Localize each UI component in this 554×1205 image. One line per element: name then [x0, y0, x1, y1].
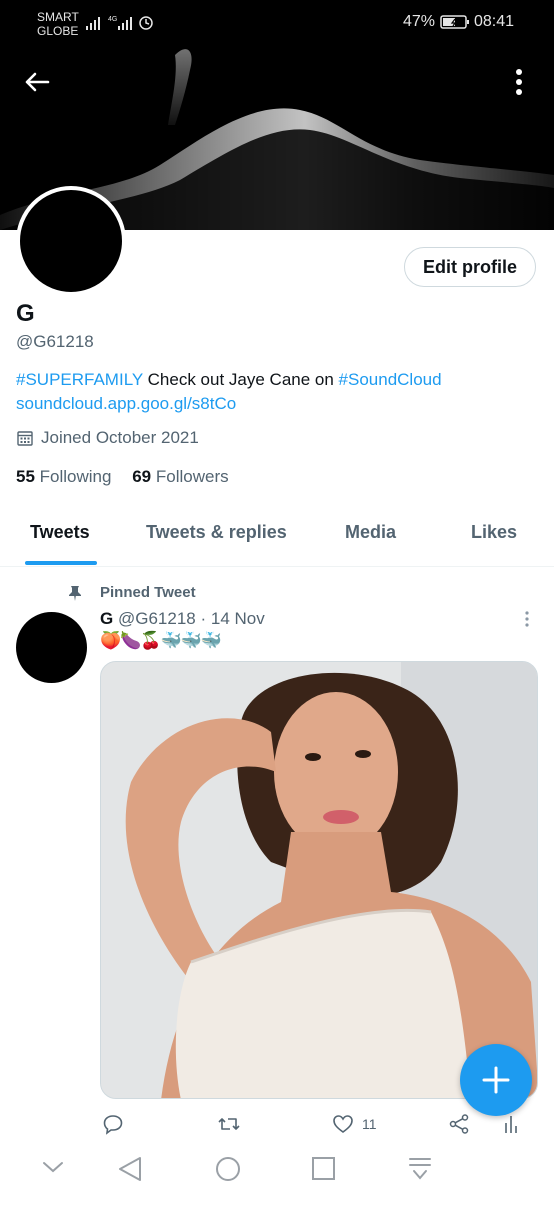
reply-icon: [103, 1115, 123, 1135]
followers-count: 69: [132, 467, 152, 486]
username-handle: @G61218: [16, 332, 94, 351]
pin-icon: [66, 584, 84, 607]
tweet-author-name[interactable]: G: [100, 609, 113, 628]
plus-icon: [482, 1066, 510, 1094]
active-tab-indicator: [25, 561, 97, 565]
svg-text:4G: 4G: [108, 16, 117, 23]
arrow-left-icon: [25, 72, 50, 92]
back-button[interactable]: [22, 67, 52, 97]
tab-tweets-replies[interactable]: Tweets & replies: [146, 522, 287, 543]
separator: ·: [200, 609, 207, 628]
back-nav-button[interactable]: [116, 1148, 146, 1188]
home-nav-button[interactable]: [212, 1148, 244, 1188]
analytics-button[interactable]: [503, 1113, 519, 1135]
battery-percent: 47%: [403, 13, 436, 30]
share-icon: [449, 1114, 469, 1134]
signal-icon: 4G: [86, 12, 156, 37]
hide-navbar-button[interactable]: [44, 1138, 66, 1178]
like-button[interactable]: 11: [332, 1113, 377, 1135]
following-label: Following: [39, 467, 112, 486]
more-vertical-icon: [525, 611, 529, 627]
navbar-icons: [43, 1157, 431, 1181]
bio-text: Check out Jaye Cane on: [142, 370, 339, 389]
tab-tweets[interactable]: Tweets: [30, 522, 90, 543]
system-navigation-bar: [0, 1138, 554, 1200]
notification-pull-button[interactable]: [404, 1148, 436, 1188]
followers-label: Followers: [155, 467, 229, 486]
retweet-button[interactable]: [217, 1113, 241, 1135]
display-name: G: [16, 300, 35, 327]
tweet-more-button[interactable]: [520, 609, 534, 634]
hashtag-link[interactable]: #SoundCloud: [339, 370, 442, 389]
followers-link[interactable]: 69 Followers: [132, 467, 228, 486]
tweet-text: 🍑🍆🍒🐳🐳🐳: [100, 631, 222, 650]
tweet-author-handle: @G61218: [117, 609, 196, 628]
tab-media[interactable]: Media: [345, 522, 396, 543]
follow-stats: 55 Following 69 Followers: [16, 467, 229, 487]
photo-image: [101, 662, 537, 1098]
analytics-icon: [505, 1116, 517, 1133]
profile-bio: #SUPERFAMILY Check out Jaye Cane on #Sou…: [16, 368, 536, 416]
retweet-icon: [218, 1118, 240, 1130]
battery-icon: [440, 14, 470, 35]
divider: [0, 566, 554, 567]
profile-avatar[interactable]: [16, 186, 126, 296]
tweet-media-photo[interactable]: [100, 661, 538, 1099]
like-count: 11: [362, 1116, 377, 1132]
hashtag-link[interactable]: #SUPERFAMILY: [16, 370, 143, 389]
tweet-header: G @G61218 · 14 Nov: [100, 609, 265, 629]
tweet-date[interactable]: 14 Nov: [211, 609, 265, 628]
tweet-author-avatar[interactable]: [16, 612, 87, 683]
share-button[interactable]: [448, 1113, 470, 1135]
following-count: 55: [16, 467, 35, 486]
heart-icon: [333, 1115, 353, 1133]
recents-nav-button[interactable]: [308, 1148, 340, 1188]
clock-time: 08:41: [474, 13, 515, 30]
tab-likes[interactable]: Likes: [471, 522, 517, 543]
reply-button[interactable]: [102, 1113, 124, 1135]
calendar-icon: [17, 431, 33, 446]
pinned-tweet-label: Pinned Tweet: [100, 584, 196, 601]
edit-profile-button[interactable]: Edit profile: [404, 247, 536, 287]
joined-date: Joined October 2021: [16, 428, 199, 448]
compose-tweet-button[interactable]: [460, 1044, 532, 1116]
following-link[interactable]: 55 Following: [16, 467, 111, 486]
bio-url-link[interactable]: soundcloud.app.goo.gl/s8tCo: [16, 394, 236, 413]
joined-text: Joined October 2021: [41, 428, 199, 447]
more-vertical-icon: [516, 69, 522, 95]
more-options-button[interactable]: [506, 67, 532, 97]
carrier-name: SMART GLOBE: [37, 10, 79, 38]
